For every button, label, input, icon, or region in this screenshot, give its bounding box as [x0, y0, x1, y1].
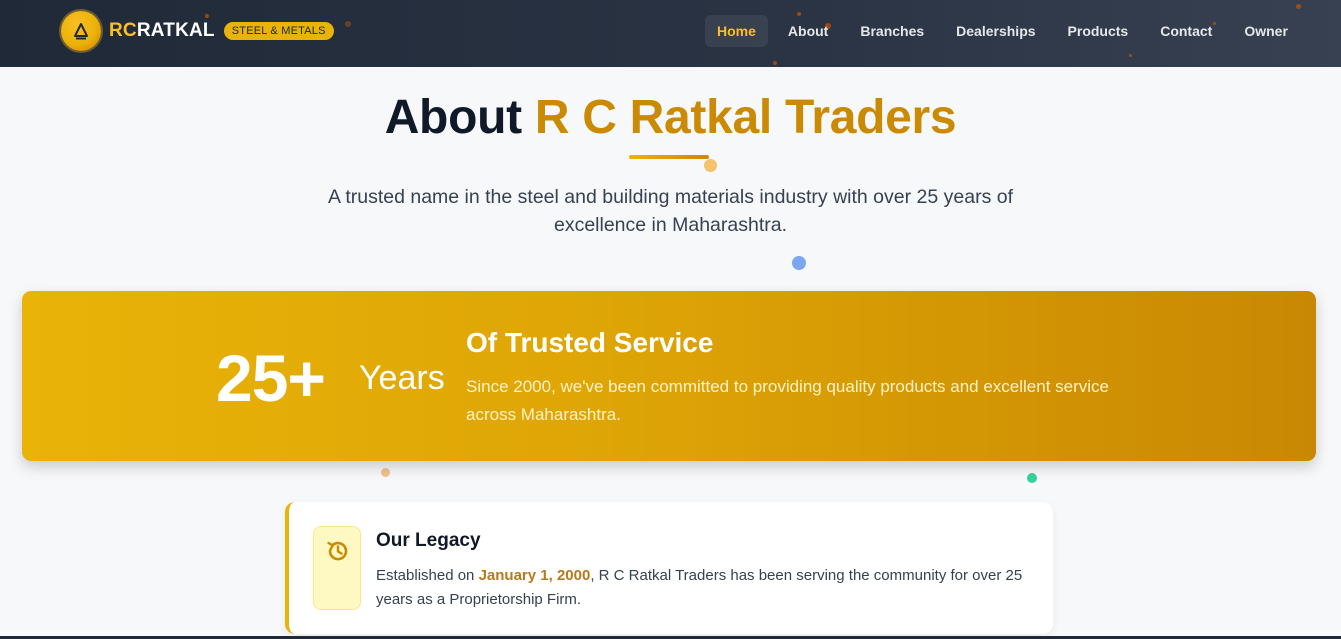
- decorative-dot: [1027, 473, 1037, 483]
- years-banner: 25+ Years Of Trusted Service Since 2000,…: [22, 291, 1316, 461]
- triangle-logo-icon: [61, 11, 101, 51]
- nav-link-contact[interactable]: Contact: [1148, 15, 1224, 47]
- legacy-card: Our Legacy Established on January 1, 200…: [285, 502, 1053, 634]
- brand-logo-link[interactable]: RCRATKAL STEEL & METALS: [61, 11, 334, 51]
- brand-name-suffix: RATKAL: [136, 20, 215, 41]
- page-title-plain: About: [384, 91, 522, 144]
- page-title-highlight: R C Ratkal Traders: [534, 91, 957, 144]
- decorative-dot: [381, 468, 390, 477]
- legacy-title: Our Legacy: [376, 530, 481, 551]
- decorative-dot: [704, 159, 717, 172]
- decorative-spark: [1129, 54, 1132, 57]
- brand-name: RCRATKAL: [109, 20, 215, 42]
- brand-badge: STEEL & METALS: [223, 22, 334, 40]
- nav-link-products[interactable]: Products: [1056, 15, 1141, 47]
- decorative-spark: [345, 21, 351, 27]
- page-subtitle: A trusted name in the steel and building…: [327, 186, 1014, 236]
- nav-links: Home About Branches Dealerships Products…: [705, 15, 1308, 47]
- decorative-spark: [773, 61, 777, 65]
- decorative-spark: [1296, 4, 1301, 9]
- legacy-text-before: Established on: [376, 567, 475, 584]
- nav-link-branches[interactable]: Branches: [848, 15, 936, 47]
- years-word: Years: [359, 359, 445, 397]
- banner-text: Since 2000, we've been committed to prov…: [466, 377, 1109, 424]
- legacy-text: Established on January 1, 2000, R C Ratk…: [376, 564, 1036, 612]
- page-title: About R C Ratkal Traders: [0, 90, 1341, 145]
- legacy-date: January 1, 2000: [478, 567, 591, 584]
- nav-link-dealerships[interactable]: Dealerships: [944, 15, 1047, 47]
- navbar: RCRATKAL STEEL & METALS Home About Branc…: [0, 0, 1341, 67]
- banner-title: Of Trusted Service: [466, 327, 714, 358]
- brand-name-prefix: RC: [109, 20, 137, 41]
- years-number: 25+: [216, 341, 326, 415]
- history-icon: [313, 526, 361, 610]
- title-underline: [629, 155, 709, 159]
- nav-link-owner[interactable]: Owner: [1232, 15, 1300, 47]
- nav-link-home[interactable]: Home: [705, 15, 768, 47]
- nav-link-about[interactable]: About: [776, 15, 840, 47]
- decorative-dot: [792, 256, 806, 270]
